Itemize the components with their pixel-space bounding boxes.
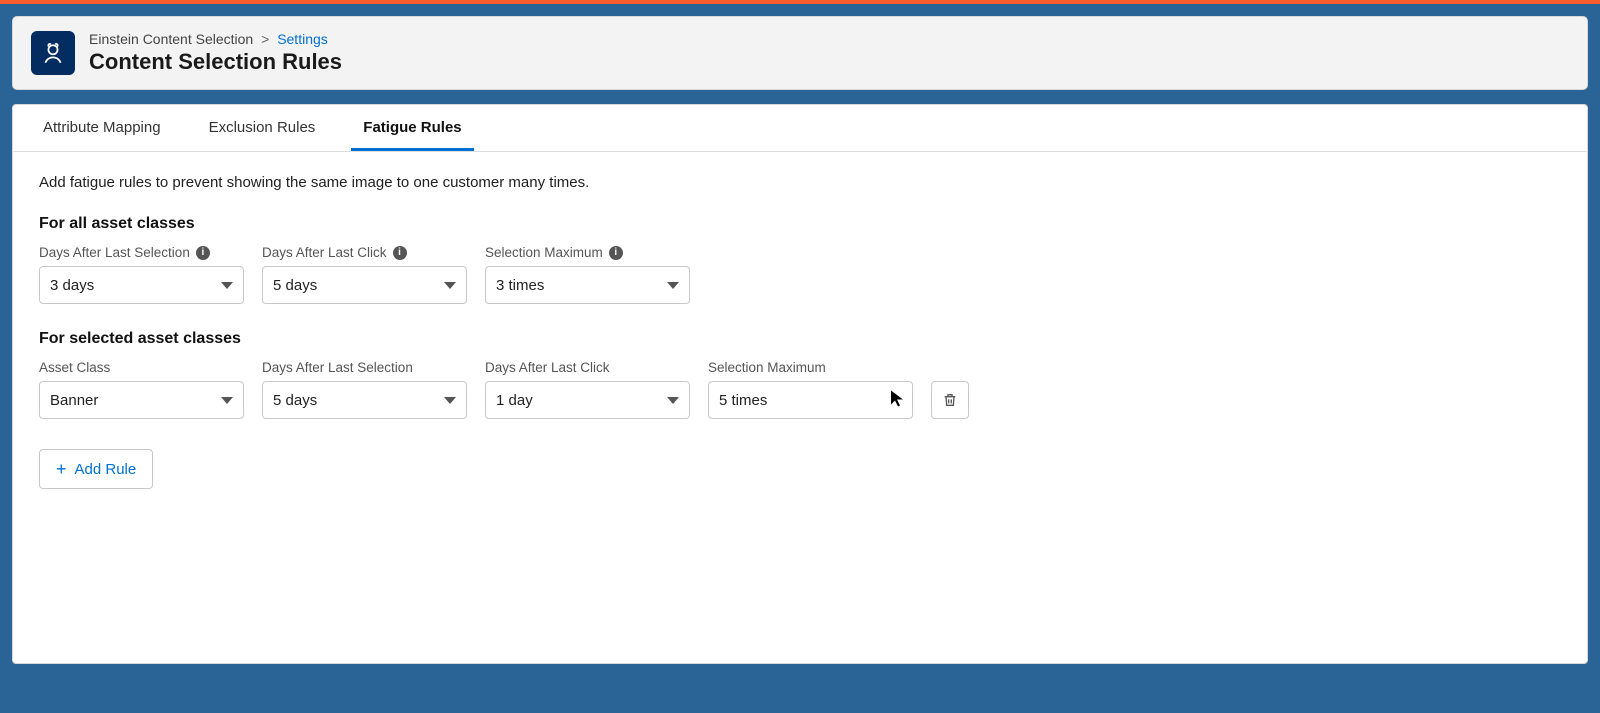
- chevron-down-icon: [444, 282, 456, 289]
- cursor-icon: [890, 390, 904, 411]
- field-days-after-selection-all: Days After Last Selection i 3 days: [39, 245, 244, 304]
- select-days-after-selection-all[interactable]: 3 days: [39, 266, 244, 304]
- field-days-after-click-all: Days After Last Click i 5 days: [262, 245, 467, 304]
- label-asset-class: Asset Class: [39, 360, 110, 375]
- select-value: Banner: [50, 392, 98, 409]
- breadcrumb: Einstein Content Selection > Settings: [89, 31, 342, 47]
- intro-text: Add fatigue rules to prevent showing the…: [39, 174, 1561, 191]
- field-selection-max-all: Selection Maximum i 3 times: [485, 245, 690, 304]
- field-selection-max-sel: Selection Maximum 5 times: [708, 360, 913, 419]
- page-header: Einstein Content Selection > Settings Co…: [12, 16, 1588, 90]
- chevron-down-icon: [221, 397, 233, 404]
- info-icon[interactable]: i: [196, 246, 210, 260]
- select-selection-max-all[interactable]: 3 times: [485, 266, 690, 304]
- fatigue-rules-panel: Add fatigue rules to prevent showing the…: [13, 152, 1587, 511]
- add-rule-button[interactable]: + Add Rule: [39, 449, 153, 489]
- label-days-after-selection-sel: Days After Last Selection: [262, 360, 413, 375]
- tab-bar: Attribute Mapping Exclusion Rules Fatigu…: [13, 105, 1587, 152]
- page-title: Content Selection Rules: [89, 49, 342, 75]
- breadcrumb-current-link[interactable]: Settings: [277, 31, 328, 47]
- chevron-down-icon: [444, 397, 456, 404]
- tab-fatigue-rules[interactable]: Fatigue Rules: [351, 105, 473, 151]
- all-asset-row: Days After Last Selection i 3 days Days …: [39, 245, 1561, 304]
- label-selection-max-all: Selection Maximum: [485, 245, 603, 260]
- selected-asset-row: Asset Class Banner Days After Last Selec…: [39, 360, 1561, 419]
- label-selection-max-sel: Selection Maximum: [708, 360, 826, 375]
- select-days-after-selection-sel[interactable]: 5 days: [262, 381, 467, 419]
- select-value: 5 days: [273, 277, 317, 294]
- label-days-after-click-sel: Days After Last Click: [485, 360, 610, 375]
- select-value: 3 days: [50, 277, 94, 294]
- label-days-after-selection-all: Days After Last Selection: [39, 245, 190, 260]
- select-value: 1 day: [496, 392, 533, 409]
- section-title-selected: For selected asset classes: [39, 330, 1561, 348]
- plus-icon: +: [56, 460, 67, 478]
- einstein-icon: [31, 31, 75, 75]
- select-value: 5 days: [273, 392, 317, 409]
- select-days-after-click-all[interactable]: 5 days: [262, 266, 467, 304]
- breadcrumb-parent: Einstein Content Selection: [89, 31, 253, 47]
- info-icon[interactable]: i: [393, 246, 407, 260]
- info-icon[interactable]: i: [609, 246, 623, 260]
- field-asset-class: Asset Class Banner: [39, 360, 244, 419]
- select-days-after-click-sel[interactable]: 1 day: [485, 381, 690, 419]
- delete-rule-button[interactable]: [931, 381, 969, 419]
- trash-icon: [942, 392, 958, 408]
- section-title-all: For all asset classes: [39, 215, 1561, 233]
- add-rule-label: Add Rule: [75, 461, 137, 478]
- chevron-down-icon: [221, 282, 233, 289]
- field-days-after-selection-sel: Days After Last Selection 5 days: [262, 360, 467, 419]
- tab-exclusion-rules[interactable]: Exclusion Rules: [197, 105, 328, 151]
- breadcrumb-separator: >: [261, 31, 269, 47]
- select-value: 3 times: [496, 277, 544, 294]
- label-days-after-click-all: Days After Last Click: [262, 245, 387, 260]
- select-value: 5 times: [719, 392, 767, 409]
- tab-attribute-mapping[interactable]: Attribute Mapping: [31, 105, 173, 151]
- select-asset-class[interactable]: Banner: [39, 381, 244, 419]
- content-card: Attribute Mapping Exclusion Rules Fatigu…: [12, 104, 1588, 664]
- chevron-down-icon: [667, 282, 679, 289]
- chevron-down-icon: [667, 397, 679, 404]
- page-shell: Einstein Content Selection > Settings Co…: [0, 4, 1600, 713]
- select-selection-max-sel[interactable]: 5 times: [708, 381, 913, 419]
- field-days-after-click-sel: Days After Last Click 1 day: [485, 360, 690, 419]
